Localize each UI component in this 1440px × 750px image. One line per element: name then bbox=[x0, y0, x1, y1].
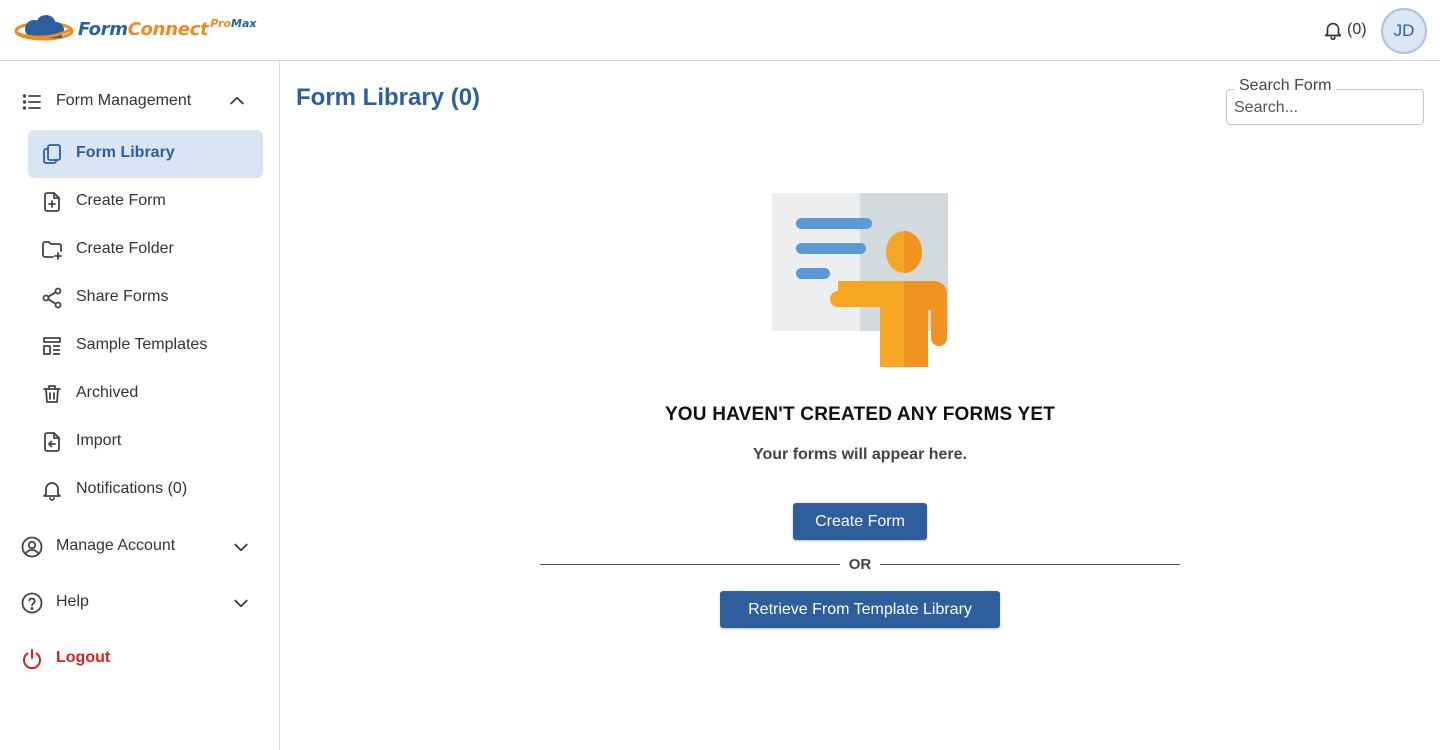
notifications-button[interactable]: (0) bbox=[1322, 19, 1367, 41]
create-form-button[interactable]: Create Form bbox=[793, 503, 927, 540]
sidebar-item-label: Share Forms bbox=[76, 288, 169, 305]
cloud-logo-icon bbox=[14, 15, 74, 41]
sidebar-item-label: Create Folder bbox=[76, 240, 174, 257]
user-avatar[interactable]: JD bbox=[1381, 8, 1427, 54]
sidebar-item-label: Create Form bbox=[76, 192, 166, 209]
help-toggle[interactable]: Help bbox=[0, 580, 279, 624]
form-management-label: Form Management bbox=[56, 92, 192, 109]
file-import-icon bbox=[44, 432, 60, 452]
empty-state-subtitle: Your forms will appear here. bbox=[753, 446, 967, 463]
manage-account-toggle[interactable]: Manage Account bbox=[0, 524, 279, 568]
user-circle-icon bbox=[21, 536, 43, 558]
app-logo[interactable]: FormConnect ProMax bbox=[14, 12, 256, 46]
chevron-down-icon bbox=[234, 599, 248, 608]
sidebar: Form Management Form Library Create Form… bbox=[0, 61, 280, 750]
trash-icon bbox=[43, 385, 61, 403]
template-icon bbox=[43, 337, 61, 355]
top-header: FormConnect ProMax (0) JD bbox=[0, 0, 1440, 61]
search-input[interactable] bbox=[1234, 98, 1414, 118]
share-icon bbox=[42, 287, 62, 309]
power-icon bbox=[23, 649, 41, 670]
sidebar-item-import[interactable]: Import bbox=[28, 418, 263, 466]
folder-plus-icon bbox=[42, 241, 62, 260]
logout-button[interactable]: Logout bbox=[0, 636, 279, 680]
chevron-down-icon bbox=[234, 543, 248, 552]
retrieve-template-button[interactable]: Retrieve From Template Library bbox=[720, 591, 1000, 628]
list-icon bbox=[22, 94, 41, 110]
divider-left bbox=[540, 564, 840, 565]
page-title: Form Library (0) bbox=[296, 84, 481, 111]
file-plus-icon bbox=[44, 192, 60, 212]
form-management-toggle[interactable]: Form Management bbox=[0, 79, 279, 123]
logo-text: FormConnect bbox=[78, 18, 209, 40]
sidebar-item-label: Archived bbox=[76, 384, 139, 401]
help-circle-icon bbox=[21, 592, 43, 614]
logout-label: Logout bbox=[56, 649, 111, 666]
bell-icon bbox=[43, 482, 61, 501]
copy-icon bbox=[43, 144, 61, 164]
empty-forms-illustration bbox=[772, 193, 948, 367]
sidebar-item-label: Import bbox=[76, 432, 122, 449]
sidebar-item-form-library[interactable]: Form Library bbox=[28, 130, 263, 178]
sidebar-item-notifications[interactable]: Notifications (0) bbox=[28, 466, 263, 514]
sidebar-item-label: Notifications (0) bbox=[76, 480, 188, 497]
sidebar-item-sample-templates[interactable]: Sample Templates bbox=[28, 322, 263, 370]
sidebar-item-create-folder[interactable]: Create Folder bbox=[28, 226, 263, 274]
bell-icon bbox=[1324, 22, 1342, 40]
logo-edition: ProMax bbox=[210, 16, 257, 30]
search-form-legend: Search Form bbox=[1234, 77, 1337, 95]
sidebar-item-archived[interactable]: Archived bbox=[28, 370, 263, 418]
sidebar-item-share-forms[interactable]: Share Forms bbox=[28, 274, 263, 322]
or-separator: OR bbox=[848, 556, 872, 573]
notifications-count: (0) bbox=[1347, 21, 1367, 38]
sidebar-item-label: Form Library bbox=[76, 144, 175, 161]
empty-state-title: YOU HAVEN'T CREATED ANY FORMS YET bbox=[664, 404, 1056, 425]
sidebar-item-create-form[interactable]: Create Form bbox=[28, 178, 263, 226]
manage-account-label: Manage Account bbox=[56, 537, 176, 554]
help-label: Help bbox=[56, 593, 89, 610]
chevron-up-icon bbox=[230, 96, 244, 105]
sidebar-item-label: Sample Templates bbox=[76, 336, 208, 353]
divider-right bbox=[880, 564, 1180, 565]
